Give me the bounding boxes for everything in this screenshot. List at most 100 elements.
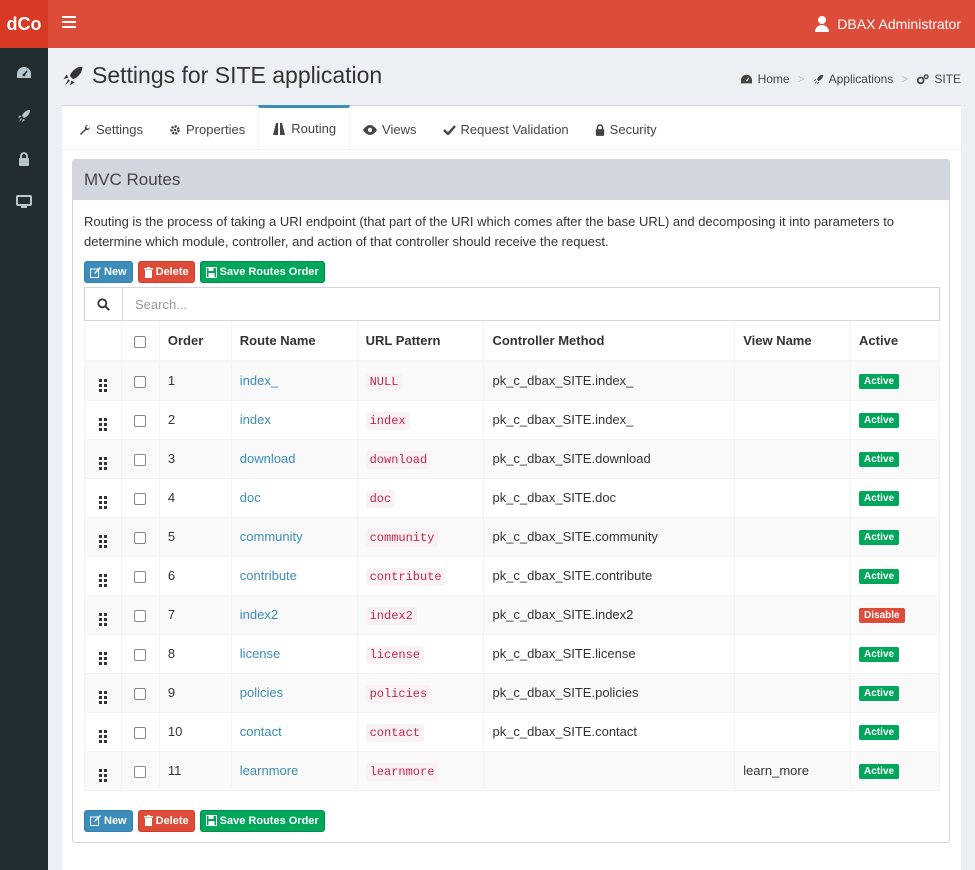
drag-handle-icon[interactable] xyxy=(98,573,107,587)
drag-handle-icon[interactable] xyxy=(98,768,107,782)
drag-handle-cell[interactable] xyxy=(84,556,122,596)
column-header-view-name[interactable]: View Name xyxy=(734,321,852,362)
column-header-order[interactable]: Order xyxy=(159,321,232,362)
table-row[interactable]: 11 learnmore learnmore learn_more Active xyxy=(84,751,940,791)
row-select-cell xyxy=(121,439,160,479)
table-row[interactable]: 9 policies policies pk_c_dbax_SITE.policies… xyxy=(84,673,940,713)
table-row[interactable]: 6 contribute contribute pk_c_dbax_SITE.cont… xyxy=(84,556,940,596)
column-header-url-pattern[interactable]: URL Pattern xyxy=(357,321,485,362)
drag-handle-cell[interactable] xyxy=(84,478,122,518)
column-header-active[interactable]: Active xyxy=(850,321,940,362)
table-row[interactable]: 1 index_ NULL pk_c_dbax_SITE.index_ Active xyxy=(84,361,940,401)
route-name-link[interactable]: index2 xyxy=(240,607,278,622)
drag-handle-icon[interactable] xyxy=(98,495,107,509)
status-cell: Active xyxy=(850,361,940,401)
drag-handle-cell[interactable] xyxy=(84,595,122,635)
row-checkbox[interactable] xyxy=(134,375,147,388)
sidebar-item-applications[interactable] xyxy=(0,94,48,137)
drag-handle-icon[interactable] xyxy=(98,690,107,704)
delete-route-button[interactable]: Delete xyxy=(137,809,195,832)
route-name-link[interactable]: index_ xyxy=(240,373,278,388)
sidebar-item-monitor[interactable] xyxy=(0,180,48,223)
drag-handle-cell[interactable] xyxy=(84,400,122,440)
drag-handle-cell[interactable] xyxy=(84,439,122,479)
drag-handle-cell[interactable] xyxy=(84,751,122,791)
search-input[interactable] xyxy=(123,288,939,320)
table-row[interactable]: 4 doc doc pk_c_dbax_SITE.doc Active xyxy=(84,478,940,518)
column-header-controller-method[interactable]: Controller Method xyxy=(483,321,736,362)
tab-properties[interactable]: Properties xyxy=(156,106,258,150)
table-search xyxy=(84,287,940,321)
tab-request-validation[interactable]: Request Validation xyxy=(430,106,582,150)
drag-handle-icon[interactable] xyxy=(98,612,107,626)
route-name-link[interactable]: license xyxy=(240,646,280,661)
drag-handle-cell[interactable] xyxy=(84,712,122,752)
row-checkbox[interactable] xyxy=(134,531,147,544)
route-name-cell: download xyxy=(231,439,358,479)
lock-icon xyxy=(19,151,29,166)
url-pattern-cell: index xyxy=(357,400,485,440)
route-name-link[interactable]: index xyxy=(240,412,271,427)
row-checkbox[interactable] xyxy=(134,570,147,583)
table-row[interactable]: 7 index2 index2 pk_c_dbax_SITE.index2 Disabl… xyxy=(84,595,940,635)
user-menu[interactable]: DBAX Administrator xyxy=(815,0,961,48)
sidebar-item-security[interactable] xyxy=(0,137,48,180)
page-title-text: Settings for SITE application xyxy=(92,62,383,88)
tab-views[interactable]: Views xyxy=(350,106,429,150)
row-checkbox[interactable] xyxy=(134,453,147,466)
button-label: Save Routes Order xyxy=(219,266,319,278)
new-route-button[interactable]: New xyxy=(84,809,133,832)
drag-handle-icon[interactable] xyxy=(98,651,107,665)
row-checkbox[interactable] xyxy=(134,414,147,427)
route-name-link[interactable]: contribute xyxy=(240,568,297,583)
drag-handle-icon[interactable] xyxy=(98,456,107,470)
table-row[interactable]: 10 contact contact pk_c_dbax_SITE.contact Ac… xyxy=(84,712,940,752)
search-icon xyxy=(85,288,123,320)
drag-handle-icon[interactable] xyxy=(98,729,107,743)
delete-route-button[interactable]: Delete xyxy=(137,261,195,283)
tab-routing[interactable]: Routing xyxy=(258,105,351,149)
route-name-cell: index_ xyxy=(231,361,358,401)
table-row[interactable]: 2 index index pk_c_dbax_SITE.index_ Active xyxy=(84,400,940,440)
drag-handle-cell[interactable] xyxy=(84,634,122,674)
trash-icon xyxy=(143,266,153,278)
save-routes-order-button[interactable]: Save Routes Order xyxy=(199,809,325,832)
new-route-button[interactable]: New xyxy=(84,261,133,283)
row-checkbox[interactable] xyxy=(134,687,147,700)
table-row[interactable]: 3 download download pk_c_dbax_SITE.download… xyxy=(84,439,940,479)
tab-settings[interactable]: Settings xyxy=(66,106,156,150)
status-badge: Active xyxy=(859,686,900,701)
breadcrumb-applications[interactable]: Applications xyxy=(813,72,893,86)
select-all-checkbox[interactable] xyxy=(134,335,147,348)
route-name-link[interactable]: learnmore xyxy=(240,763,299,778)
route-name-link[interactable]: contact xyxy=(240,724,282,739)
route-name-link[interactable]: policies xyxy=(240,685,283,700)
breadcrumb-label: SITE xyxy=(934,72,961,86)
app-logo[interactable]: dCo xyxy=(0,0,48,48)
column-header-route-name[interactable]: Route Name xyxy=(231,321,358,362)
drag-handle-cell[interactable] xyxy=(84,361,122,401)
status-cell: Active xyxy=(850,517,940,557)
route-name-link[interactable]: doc xyxy=(240,490,261,505)
row-checkbox[interactable] xyxy=(134,765,147,778)
drag-handle-icon[interactable] xyxy=(98,534,107,548)
drag-handle-icon[interactable] xyxy=(98,417,107,431)
breadcrumb-home[interactable]: Home xyxy=(740,72,790,86)
row-checkbox[interactable] xyxy=(134,492,147,505)
drag-handle-cell[interactable] xyxy=(84,673,122,713)
row-checkbox[interactable] xyxy=(134,648,147,661)
tab-security[interactable]: Security xyxy=(582,106,670,150)
drag-handle-cell[interactable] xyxy=(84,517,122,557)
url-pattern-cell: doc xyxy=(357,478,485,518)
row-checkbox[interactable] xyxy=(134,609,147,622)
sidebar-item-dashboard[interactable] xyxy=(0,51,48,94)
row-checkbox[interactable] xyxy=(134,726,147,739)
table-row[interactable]: 8 license license pk_c_dbax_SITE.license Act… xyxy=(84,634,940,674)
table-row[interactable]: 5 community community pk_c_dbax_SITE.commun… xyxy=(84,517,940,557)
drag-handle-icon[interactable] xyxy=(98,378,107,392)
route-name-link[interactable]: download xyxy=(240,451,296,466)
menu-toggle-icon[interactable] xyxy=(62,16,76,28)
save-routes-order-button[interactable]: Save Routes Order xyxy=(199,261,325,283)
route-name-link[interactable]: community xyxy=(240,529,303,544)
action-buttons-top: New Delete Save Routes Order xyxy=(73,261,949,283)
